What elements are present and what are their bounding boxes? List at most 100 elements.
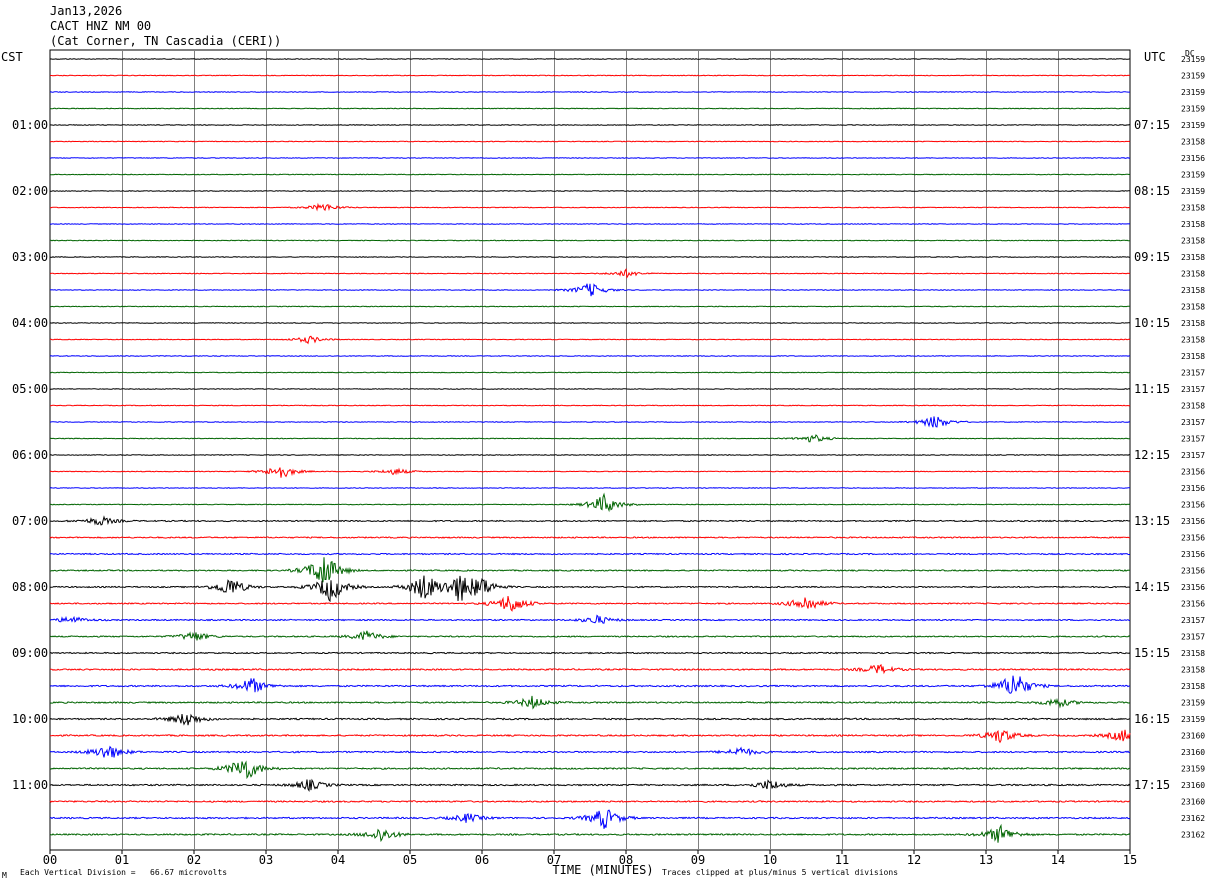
dc-offset-label: 23158 xyxy=(1181,286,1205,295)
dc-offset-label: 23158 xyxy=(1181,402,1205,411)
corner-mark: M xyxy=(2,871,7,880)
trace-line-34 xyxy=(49,614,1131,624)
dc-offset-label: 23158 xyxy=(1181,204,1205,213)
left-hour-label: 03:00 xyxy=(12,250,48,264)
dc-offset-label: 23158 xyxy=(1181,666,1205,675)
trace-line-36 xyxy=(49,651,1131,655)
dc-offset-label: 23158 xyxy=(1181,138,1205,147)
dc-offset-label: 23157 xyxy=(1181,385,1205,394)
cst-axis-label: CST xyxy=(1,50,23,64)
dc-offset-label: 23156 xyxy=(1181,600,1205,609)
trace-line-14 xyxy=(49,283,1131,297)
trace-line-29 xyxy=(49,536,1130,539)
dc-offset-label: 23157 xyxy=(1181,369,1205,378)
dc-offset-label: 23162 xyxy=(1181,814,1205,823)
dc-offset-label: 23156 xyxy=(1181,567,1205,576)
dc-offset-label: 23158 xyxy=(1181,649,1205,658)
right-hour-label: 08:15 xyxy=(1134,184,1170,198)
x-tick-label: 03 xyxy=(259,853,273,867)
trace-line-47 xyxy=(49,823,1131,843)
x-tick-label: 09 xyxy=(691,853,705,867)
x-axis-title: TIME (MINUTES) xyxy=(552,863,653,877)
trace-line-38 xyxy=(49,675,1131,694)
trace-line-23 xyxy=(49,434,1130,443)
left-hour-label: 11:00 xyxy=(12,778,48,792)
trace-line-26 xyxy=(49,487,1131,489)
dc-offset-label: 23162 xyxy=(1181,831,1205,840)
dc-offset-label: 23159 xyxy=(1181,715,1205,724)
trace-line-24 xyxy=(49,454,1131,456)
left-hour-label: 08:00 xyxy=(12,580,48,594)
right-hour-label: 10:15 xyxy=(1134,316,1170,330)
left-hour-label: 07:00 xyxy=(12,514,48,528)
right-hour-label: 12:15 xyxy=(1134,448,1170,462)
dc-offset-label: 23159 xyxy=(1181,88,1205,97)
trace-line-11 xyxy=(49,239,1131,242)
dc-offset-label: 23158 xyxy=(1181,336,1205,345)
trace-line-28 xyxy=(50,515,1131,526)
dc-offset-label: 23159 xyxy=(1181,765,1205,774)
x-tick-label: 11 xyxy=(835,853,849,867)
trace-line-9 xyxy=(50,202,1131,212)
x-tick-label: 12 xyxy=(907,853,921,867)
right-hour-label: 13:15 xyxy=(1134,514,1170,528)
trace-line-10 xyxy=(49,223,1131,225)
trace-line-44 xyxy=(49,778,1131,793)
trace-group xyxy=(49,58,1131,843)
right-hour-label: 14:15 xyxy=(1134,580,1170,594)
dc-offset-label: 23157 xyxy=(1181,616,1205,625)
right-hour-label: 07:15 xyxy=(1134,118,1170,132)
trace-line-45 xyxy=(49,799,1131,803)
trace-line-43 xyxy=(49,760,1131,780)
trace-line-19 xyxy=(49,371,1131,374)
plot-frame xyxy=(49,49,1131,851)
clip-note: Traces clipped at plus/minus 5 vertical … xyxy=(662,868,899,877)
dc-offset-label: 23156 xyxy=(1181,534,1205,543)
dc-offset-label: 23159 xyxy=(1181,105,1205,114)
x-tick-label: 13 xyxy=(979,853,993,867)
utc-axis-label: UTC xyxy=(1144,50,1166,64)
dc-offset-label: 23156 xyxy=(1181,154,1205,163)
left-hour-label: 10:00 xyxy=(12,712,48,726)
trace-line-21 xyxy=(50,404,1131,407)
trace-line-12 xyxy=(50,256,1131,258)
right-hour-label: 11:15 xyxy=(1134,382,1170,396)
trace-line-33 xyxy=(49,596,1131,612)
trace-line-1 xyxy=(49,74,1131,77)
trace-line-30 xyxy=(49,552,1130,556)
trace-line-7 xyxy=(49,173,1131,176)
x-tick-label: 10 xyxy=(763,853,777,867)
trace-line-5 xyxy=(49,140,1131,143)
trace-line-18 xyxy=(49,355,1131,357)
dc-offset-label: 23156 xyxy=(1181,517,1205,526)
dc-offset-label: 23156 xyxy=(1181,550,1205,559)
trace-line-39 xyxy=(49,695,1131,710)
x-tick-label: 05 xyxy=(403,853,417,867)
trace-line-17 xyxy=(49,335,1131,345)
right-hour-label: 16:15 xyxy=(1134,712,1170,726)
x-tick-label: 06 xyxy=(475,853,489,867)
right-hour-label: 15:15 xyxy=(1134,646,1170,660)
x-tick-label: 14 xyxy=(1051,853,1065,867)
dc-label: DC xyxy=(1185,49,1195,58)
dc-offset-label: 23156 xyxy=(1181,583,1205,592)
x-tick-label: 15 xyxy=(1123,853,1137,867)
dc-offset-label: 23159 xyxy=(1181,171,1205,180)
dc-offset-label: 23157 xyxy=(1181,451,1205,460)
trace-line-46 xyxy=(49,809,1131,829)
dc-offset-label: 23160 xyxy=(1181,732,1205,741)
trace-line-4 xyxy=(49,124,1131,126)
dc-offset-label: 23158 xyxy=(1181,319,1205,328)
dc-offset-label: 23159 xyxy=(1181,699,1205,708)
dc-offset-label: 23158 xyxy=(1181,220,1205,229)
dc-offset-label: 23158 xyxy=(1181,270,1205,279)
trace-line-20 xyxy=(49,388,1131,390)
x-tick-label: 00 xyxy=(43,853,57,867)
dc-offset-label: 23158 xyxy=(1181,237,1205,246)
dc-offset-label: 23160 xyxy=(1181,748,1205,757)
trace-line-35 xyxy=(49,630,1131,641)
trace-line-13 xyxy=(49,267,1131,279)
dc-offset-label: 23158 xyxy=(1181,303,1205,312)
x-tick-label: 02 xyxy=(187,853,201,867)
trace-line-0 xyxy=(49,58,1131,60)
